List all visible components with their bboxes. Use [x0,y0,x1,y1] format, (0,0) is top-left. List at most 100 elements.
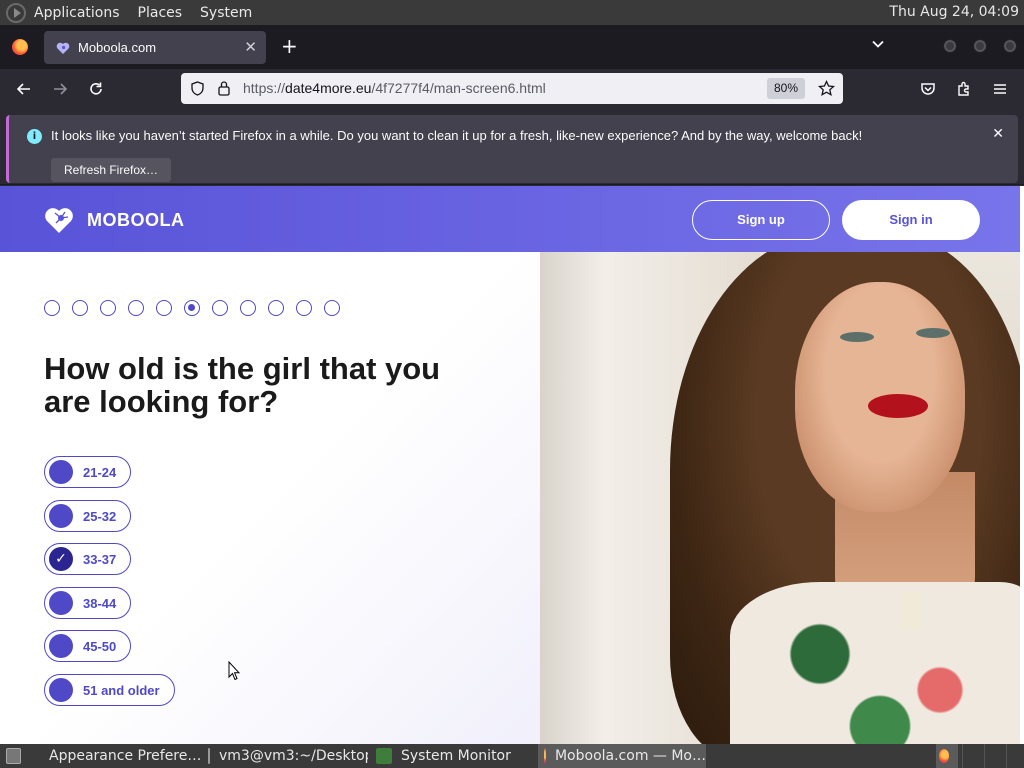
photo-pendant [900,592,922,630]
radio-circle[interactable] [49,678,73,702]
taskbar-label: Appearance Prefere… [49,748,200,764]
question-heading: How old is the girl that you are looking… [44,351,441,419]
clock[interactable]: Thu Aug 24, 04:09 [889,4,1019,20]
woman-photo [540,252,1020,744]
site-header: MOBOOLA Sign up Sign in [0,186,1020,252]
refresh-firefox-button[interactable]: Refresh Firefox… [51,158,171,182]
progress-step-dot [212,300,228,316]
taskbar-item-system-monitor[interactable]: System Monitor [370,744,536,768]
forward-arrow-icon[interactable] [51,80,69,98]
progress-step-dot [296,300,312,316]
workspace-4[interactable] [1006,744,1024,768]
new-tab-icon[interactable]: + [281,34,298,58]
url-bar[interactable]: https://date4more.eu/4f7277f4/man-screen… [181,73,843,104]
progress-step-dot [100,300,116,316]
workspace-2[interactable] [962,744,982,768]
taskbar-label: vm3@vm3:~/Desktop [219,748,368,764]
pocket-icon[interactable] [919,80,937,98]
info-icon: i [27,129,42,144]
taskbar-item-firefox[interactable]: Moboola.com — Mo… [538,744,706,768]
url-protocol: https:// [243,80,286,96]
photo-eye-left [840,332,874,342]
firefox-app-icon [544,748,546,764]
system-monitor-app-icon [376,748,392,764]
tab-bar: Moboola.com ✕ + [0,25,1024,69]
tab-title: Moboola.com [78,40,157,55]
back-arrow-icon[interactable] [15,80,33,98]
option-label: 33-37 [83,551,117,567]
tracking-shield-icon[interactable] [190,81,205,96]
extensions-icon[interactable] [955,80,973,98]
age-option-25-32[interactable]: 25-32 [44,500,132,532]
moboola-favicon-icon [56,42,70,54]
tab-moboola[interactable]: Moboola.com ✕ [44,31,266,64]
reload-icon[interactable] [87,80,105,98]
taskbar: Appearance Prefere… vm3@vm3:~/Desktop Sy… [0,744,1024,768]
web-page: MOBOOLA Sign up Sign in How old is the g… [0,186,1024,744]
firefox-logo-icon[interactable] [12,39,28,55]
progress-step-dot [156,300,172,316]
option-label: 51 and older [83,682,160,698]
minimize-window-icon[interactable] [943,39,957,53]
photo-lips [868,394,928,418]
taskbar-label: Moboola.com — Mo… [554,748,706,764]
close-notification-icon[interactable]: ✕ [992,126,1004,142]
radio-circle[interactable] [49,504,73,528]
age-option-38-44[interactable]: 38-44 [44,587,132,619]
close-window-icon[interactable] [1003,39,1017,53]
hamburger-menu-icon[interactable] [991,80,1009,98]
taskbar-item-terminal[interactable]: vm3@vm3:~/Desktop [202,744,368,768]
progress-step-dot [184,300,200,316]
url-text: https://date4more.eu/4f7277f4/man-screen… [243,80,546,96]
notification-box: i It looks like you haven’t started Fire… [6,115,1018,183]
navigation-toolbar: https://date4more.eu/4f7277f4/man-screen… [0,69,1024,109]
progress-step-dot [240,300,256,316]
mouse-cursor-icon [228,661,240,681]
close-tab-icon[interactable]: ✕ [244,38,257,56]
site-logo[interactable]: MOBOOLA [44,206,185,234]
checkmark-icon[interactable]: ✓ [49,547,73,571]
photo-floral-dress [730,582,1020,744]
show-desktop-icon[interactable] [0,744,30,768]
age-option-33-37[interactable]: ✓ 33-37 [44,543,132,575]
url-host: date4more.eu [285,80,372,96]
progress-step-dot [128,300,144,316]
progress-step-dot [44,300,60,316]
maximize-window-icon[interactable] [973,39,987,53]
option-label: 21-24 [83,464,117,480]
notification-bar: i It looks like you haven’t started Fire… [0,109,1024,185]
taskbar-item-appearance[interactable]: Appearance Prefere… [34,744,200,768]
notification-message: It looks like you haven’t started Firefo… [51,128,863,143]
quiz-panel: How old is the girl that you are looking… [0,252,540,744]
gnome-menu-icon[interactable] [6,2,26,23]
age-option-51-and-older[interactable]: 51 and older [44,674,175,706]
progress-step-dot [324,300,340,316]
lock-icon[interactable] [217,80,231,96]
list-all-tabs-icon[interactable] [871,37,885,51]
workspace-switcher[interactable] [936,744,958,768]
taskbar-label: System Monitor [401,748,511,764]
radio-circle[interactable] [49,460,73,484]
places-menu[interactable]: Places [138,5,183,21]
sign-in-button[interactable]: Sign in [842,200,980,240]
radio-circle[interactable] [49,634,73,658]
top-panel: Applications Places System Thu Aug 24, 0… [0,0,1024,25]
age-option-45-50[interactable]: 45-50 [44,630,132,662]
radio-circle[interactable] [49,591,73,615]
age-option-21-24[interactable]: 21-24 [44,456,132,488]
zoom-level-badge[interactable]: 80% [767,78,805,99]
url-path: /4f7277f4/man-screen6.html [371,80,546,96]
option-label: 25-32 [83,508,117,524]
workspace-3[interactable] [984,744,1004,768]
applications-menu[interactable]: Applications [34,5,120,21]
terminal-app-icon [208,748,210,764]
option-label: 45-50 [83,638,117,654]
system-menu[interactable]: System [200,5,252,21]
sign-up-button[interactable]: Sign up [692,200,830,240]
heart-logo-icon [45,208,73,233]
brand-name: MOBOOLA [87,209,185,230]
bookmark-star-icon[interactable] [818,80,835,97]
progress-step-dot [268,300,284,316]
progress-steps [44,300,352,316]
option-label: 38-44 [83,595,117,611]
